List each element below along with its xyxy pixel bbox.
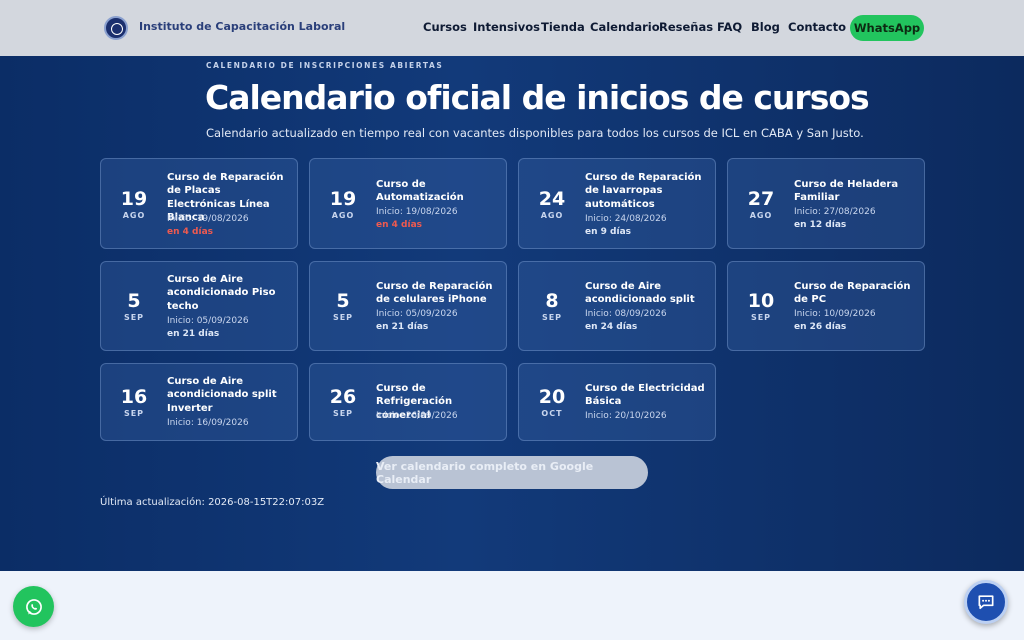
nav-cursos[interactable]: Cursos xyxy=(423,20,467,34)
course-name: Curso de Reparación de celulares iPhone xyxy=(376,281,493,306)
course-days-left: en 12 días xyxy=(794,220,847,230)
course-card[interactable]: 19 AGO Curso de Reparación de Placas Ele… xyxy=(100,158,298,249)
site-header: Instituto de Capacitación Laboral Cursos… xyxy=(0,0,1024,56)
nav-blog[interactable]: Blog xyxy=(751,20,780,34)
course-name: Curso de Electricidad Básica xyxy=(585,383,705,408)
course-day: 16 xyxy=(120,386,148,408)
whatsapp-fab[interactable] xyxy=(13,586,54,627)
institute-logo-icon[interactable] xyxy=(104,16,128,40)
course-name: Curso de Aire acondicionado split Invert… xyxy=(167,376,277,414)
course-days-left: en 9 días xyxy=(585,227,631,237)
course-card[interactable]: 20 OCT Curso de Electricidad Básica Inic… xyxy=(518,363,716,441)
course-start: Inicio: 26/09/2026 xyxy=(376,411,458,421)
course-start: Inicio: 05/09/2026 xyxy=(167,316,249,326)
brand-name[interactable]: Instituto de Capacitación Laboral xyxy=(139,20,345,33)
course-month: AGO xyxy=(122,211,146,220)
course-start: Inicio: 27/08/2026 xyxy=(794,207,876,217)
course-card[interactable]: 8 SEP Curso de Aire acondicionado split … xyxy=(518,261,716,351)
course-month: SEP xyxy=(123,409,145,418)
course-days-left: en 24 días xyxy=(585,322,638,332)
course-month: SEP xyxy=(541,313,563,322)
course-name: Curso de Reparación de lavarropas automá… xyxy=(585,172,702,210)
course-start: Inicio: 10/09/2026 xyxy=(794,309,876,319)
course-card[interactable]: 19 AGO Curso de Automatización Inicio: 1… xyxy=(309,158,507,249)
course-card[interactable]: 24 AGO Curso de Reparación de lavarropas… xyxy=(518,158,716,249)
course-month: OCT xyxy=(541,409,563,418)
course-card[interactable]: 10 SEP Curso de Reparación de PC Inicio:… xyxy=(727,261,925,351)
course-days-left: en 21 días xyxy=(376,322,429,332)
course-start: Inicio: 16/09/2026 xyxy=(167,418,249,428)
course-day: 19 xyxy=(120,188,148,210)
page-title: Calendario oficial de inicios de cursos xyxy=(205,78,870,117)
course-month: SEP xyxy=(123,313,145,322)
course-month: AGO xyxy=(749,211,773,220)
course-day: 19 xyxy=(329,188,357,210)
nav-faq[interactable]: FAQ xyxy=(717,20,742,34)
course-start: Inicio: 08/09/2026 xyxy=(585,309,667,319)
course-days-left: en 4 días xyxy=(167,227,213,237)
course-day: 5 xyxy=(336,290,350,312)
google-calendar-button[interactable]: Ver calendario completo en Google Calend… xyxy=(376,456,648,489)
course-days-left: en 26 días xyxy=(794,322,847,332)
page-subtitle: Calendario actualizado en tiempo real co… xyxy=(206,126,864,140)
last-updated: Última actualización: 2026-08-15T22:07:0… xyxy=(100,497,325,508)
whatsapp-button[interactable]: WhatsApp xyxy=(850,15,924,41)
course-day: 5 xyxy=(127,290,141,312)
course-day: 26 xyxy=(329,386,357,408)
chat-fab[interactable] xyxy=(964,580,1008,624)
course-days-left: en 4 días xyxy=(376,220,422,230)
course-day: 24 xyxy=(538,188,566,210)
course-card[interactable]: 16 SEP Curso de Aire acondicionado split… xyxy=(100,363,298,441)
course-name: Curso de Automatización xyxy=(376,179,464,204)
section-eyebrow: CALENDARIO DE INSCRIPCIONES ABIERTAS xyxy=(206,61,444,70)
course-start: Inicio: 19/08/2026 xyxy=(376,207,458,217)
course-month: SEP xyxy=(332,313,354,322)
nav-contacto[interactable]: Contacto xyxy=(788,20,846,34)
chat-icon xyxy=(978,595,994,610)
course-name: Curso de Heladera Familiar xyxy=(794,179,899,204)
course-card[interactable]: 27 AGO Curso de Heladera Familiar Inicio… xyxy=(727,158,925,249)
course-start: Inicio: 05/09/2026 xyxy=(376,309,458,319)
course-day: 27 xyxy=(747,188,775,210)
course-day: 10 xyxy=(747,290,775,312)
course-day: 8 xyxy=(545,290,559,312)
nav-resenas[interactable]: Reseñas xyxy=(659,20,713,34)
course-start: Inicio: 19/08/2026 xyxy=(167,214,249,224)
course-card[interactable]: 5 SEP Curso de Reparación de celulares i… xyxy=(309,261,507,351)
course-month: AGO xyxy=(331,211,355,220)
whatsapp-icon xyxy=(25,598,42,615)
course-start: Inicio: 20/10/2026 xyxy=(585,411,667,421)
course-month: SEP xyxy=(332,409,354,418)
course-start: Inicio: 24/08/2026 xyxy=(585,214,667,224)
nav-intensivos[interactable]: Intensivos xyxy=(473,20,540,34)
course-name: Curso de Aire acondicionado split xyxy=(585,281,695,306)
course-name: Curso de Aire acondicionado Piso techo xyxy=(167,274,276,312)
course-card[interactable]: 26 SEP Curso de Refrigeración comercial … xyxy=(309,363,507,441)
course-month: AGO xyxy=(540,211,564,220)
course-card[interactable]: 5 SEP Curso de Aire acondicionado Piso t… xyxy=(100,261,298,351)
course-day: 20 xyxy=(538,386,566,408)
nav-calendario[interactable]: Calendario xyxy=(590,20,660,34)
course-month: SEP xyxy=(750,313,772,322)
nav-tienda[interactable]: Tienda xyxy=(541,20,585,34)
course-days-left: en 21 días xyxy=(167,329,220,339)
course-name: Curso de Reparación de PC xyxy=(794,281,911,306)
